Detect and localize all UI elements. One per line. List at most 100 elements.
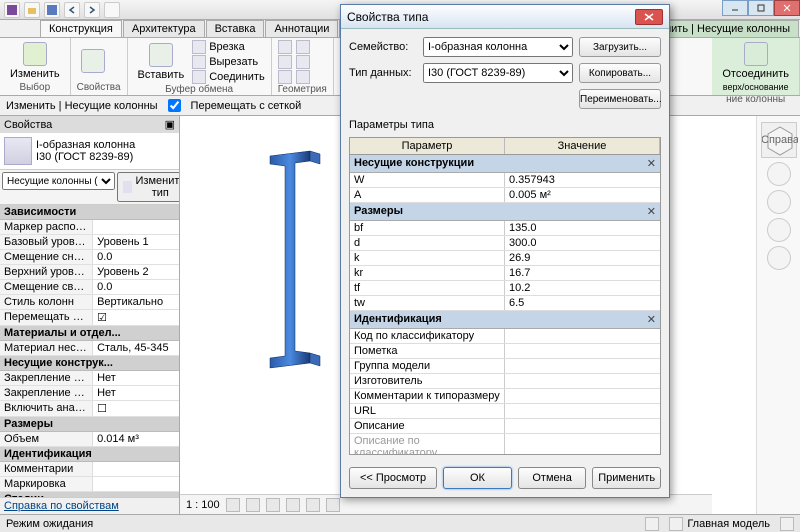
- preview-button[interactable]: << Просмотр: [349, 467, 437, 489]
- properties-help-link[interactable]: Справка по свойствам: [0, 497, 179, 514]
- type-params-label: Параметры типа: [349, 119, 661, 131]
- param-row[interactable]: A0.005 м²: [350, 188, 660, 203]
- property-group[interactable]: Зависимости: [0, 205, 179, 220]
- property-row[interactable]: Объем0.014 м³: [0, 432, 179, 447]
- param-row[interactable]: kr16.7: [350, 266, 660, 281]
- property-row[interactable]: Комментарии: [0, 462, 179, 477]
- param-row[interactable]: URL: [350, 404, 660, 419]
- save-icon[interactable]: [44, 2, 60, 18]
- move-with-grid-checkbox[interactable]: [168, 99, 181, 112]
- property-row[interactable]: Базовый уровеньУровень 1: [0, 235, 179, 250]
- join-button[interactable]: Соединить: [192, 70, 265, 84]
- param-group[interactable]: Размеры✕: [350, 203, 660, 221]
- undo-icon[interactable]: [64, 2, 80, 18]
- property-row[interactable]: Смещение сверху0.0: [0, 280, 179, 295]
- tab-architecture[interactable]: Архитектура: [123, 20, 205, 37]
- param-row[interactable]: d300.0: [350, 236, 660, 251]
- rename-button[interactable]: Переименовать...: [579, 89, 661, 109]
- column-model[interactable]: [260, 146, 330, 376]
- pan-icon[interactable]: [767, 190, 791, 214]
- crop-region-icon[interactable]: [326, 498, 340, 512]
- zoom-icon[interactable]: [767, 218, 791, 242]
- edit-type-button[interactable]: Изменить тип: [117, 172, 180, 202]
- param-row[interactable]: Группа модели: [350, 359, 660, 374]
- scale-label[interactable]: 1 : 100: [186, 499, 220, 511]
- crop-icon[interactable]: [306, 498, 320, 512]
- property-group[interactable]: Размеры: [0, 417, 179, 432]
- status-bar: Режим ожидания Главная модель: [0, 514, 800, 532]
- workset-icon[interactable]: [645, 517, 659, 531]
- shadows-icon[interactable]: [286, 498, 300, 512]
- options-title: Изменить | Несущие колонны: [6, 100, 158, 112]
- param-row[interactable]: Описание по классификатору: [350, 434, 660, 455]
- open-icon[interactable]: [24, 2, 40, 18]
- property-row[interactable]: Закрепление снизуНет: [0, 386, 179, 401]
- property-row[interactable]: Материал несущи...Сталь, 45-345: [0, 341, 179, 356]
- dialog-close-button[interactable]: [635, 9, 663, 25]
- type-selector[interactable]: I-образная колоннаI30 (ГОСТ 8239-89): [0, 133, 179, 170]
- paste-button[interactable]: Вставить: [134, 41, 189, 83]
- property-row[interactable]: Маркировка: [0, 477, 179, 492]
- geom-tool-4[interactable]: [296, 40, 310, 54]
- tab-annotate[interactable]: Аннотации: [265, 20, 338, 37]
- geom-tool-3[interactable]: [278, 70, 292, 84]
- geom-tool-2[interactable]: [278, 55, 292, 69]
- close-button[interactable]: [774, 0, 800, 16]
- filter-icon[interactable]: [780, 517, 794, 531]
- geom-tool-6[interactable]: [296, 70, 310, 84]
- cope-button[interactable]: Врезка: [192, 40, 265, 54]
- cancel-button[interactable]: Отмена: [518, 467, 587, 489]
- param-group[interactable]: Несущие конструкции✕: [350, 155, 660, 173]
- property-row[interactable]: Смещение снизу0.0: [0, 250, 179, 265]
- property-row[interactable]: Включить аналит...☐: [0, 401, 179, 417]
- param-row[interactable]: k26.9: [350, 251, 660, 266]
- property-row[interactable]: Стиль колоннВертикально: [0, 295, 179, 310]
- type-dropdown[interactable]: I30 (ГОСТ 8239-89): [423, 63, 573, 83]
- family-dropdown[interactable]: I-образная колонна: [423, 37, 573, 57]
- geom-tool-1[interactable]: [278, 40, 292, 54]
- param-row[interactable]: tf10.2: [350, 281, 660, 296]
- dialog-titlebar[interactable]: Свойства типа: [341, 5, 669, 29]
- detail-level-icon[interactable]: [226, 498, 240, 512]
- geom-tool-5[interactable]: [296, 55, 310, 69]
- app-menu-icon[interactable]: [4, 2, 20, 18]
- param-row[interactable]: Описание: [350, 419, 660, 434]
- properties-close-icon[interactable]: ▣: [165, 118, 175, 131]
- property-group[interactable]: Несущие конструк...: [0, 356, 179, 371]
- param-row[interactable]: tw6.5: [350, 296, 660, 311]
- property-row[interactable]: Маркер располо...: [0, 220, 179, 235]
- param-row[interactable]: Изготовитель: [350, 374, 660, 389]
- minimize-button[interactable]: [722, 0, 748, 16]
- visual-style-icon[interactable]: [246, 498, 260, 512]
- orbit-icon[interactable]: [767, 246, 791, 270]
- redo-icon[interactable]: [84, 2, 100, 18]
- print-icon[interactable]: [104, 2, 120, 18]
- tab-structure[interactable]: Конструкция: [40, 20, 122, 37]
- apply-button[interactable]: Применить: [592, 467, 661, 489]
- property-row[interactable]: Перемещать с сет...☑: [0, 310, 179, 326]
- duplicate-button[interactable]: Копировать...: [579, 63, 661, 83]
- ok-button[interactable]: ОК: [443, 467, 512, 489]
- tab-insert[interactable]: Вставка: [206, 20, 265, 37]
- properties-button[interactable]: [77, 47, 109, 75]
- param-row[interactable]: bf135.0: [350, 221, 660, 236]
- cut-button[interactable]: Вырезать: [192, 55, 265, 69]
- property-group[interactable]: Материалы и отдел...: [0, 326, 179, 341]
- design-options-icon[interactable]: [669, 517, 683, 531]
- param-row[interactable]: Комментарии к типоразмеру: [350, 389, 660, 404]
- maximize-button[interactable]: [748, 0, 774, 16]
- param-row[interactable]: Код по классификатору: [350, 329, 660, 344]
- modify-button[interactable]: Изменить: [6, 40, 64, 82]
- property-row[interactable]: Верхний уровеньУровень 2: [0, 265, 179, 280]
- detach-button[interactable]: Отсоединитьверх/основание: [718, 40, 793, 94]
- sun-path-icon[interactable]: [266, 498, 280, 512]
- load-button[interactable]: Загрузить...: [579, 37, 661, 57]
- viewcube[interactable]: Справа: [761, 122, 797, 158]
- steering-wheel-icon[interactable]: [767, 162, 791, 186]
- param-group[interactable]: Идентификация✕: [350, 311, 660, 329]
- param-row[interactable]: W0.357943: [350, 173, 660, 188]
- property-row[interactable]: Закрепление сверхуНет: [0, 371, 179, 386]
- property-group[interactable]: Идентификация: [0, 447, 179, 462]
- filter-dropdown[interactable]: Несущие колонны (: [2, 172, 115, 190]
- param-row[interactable]: Пометка: [350, 344, 660, 359]
